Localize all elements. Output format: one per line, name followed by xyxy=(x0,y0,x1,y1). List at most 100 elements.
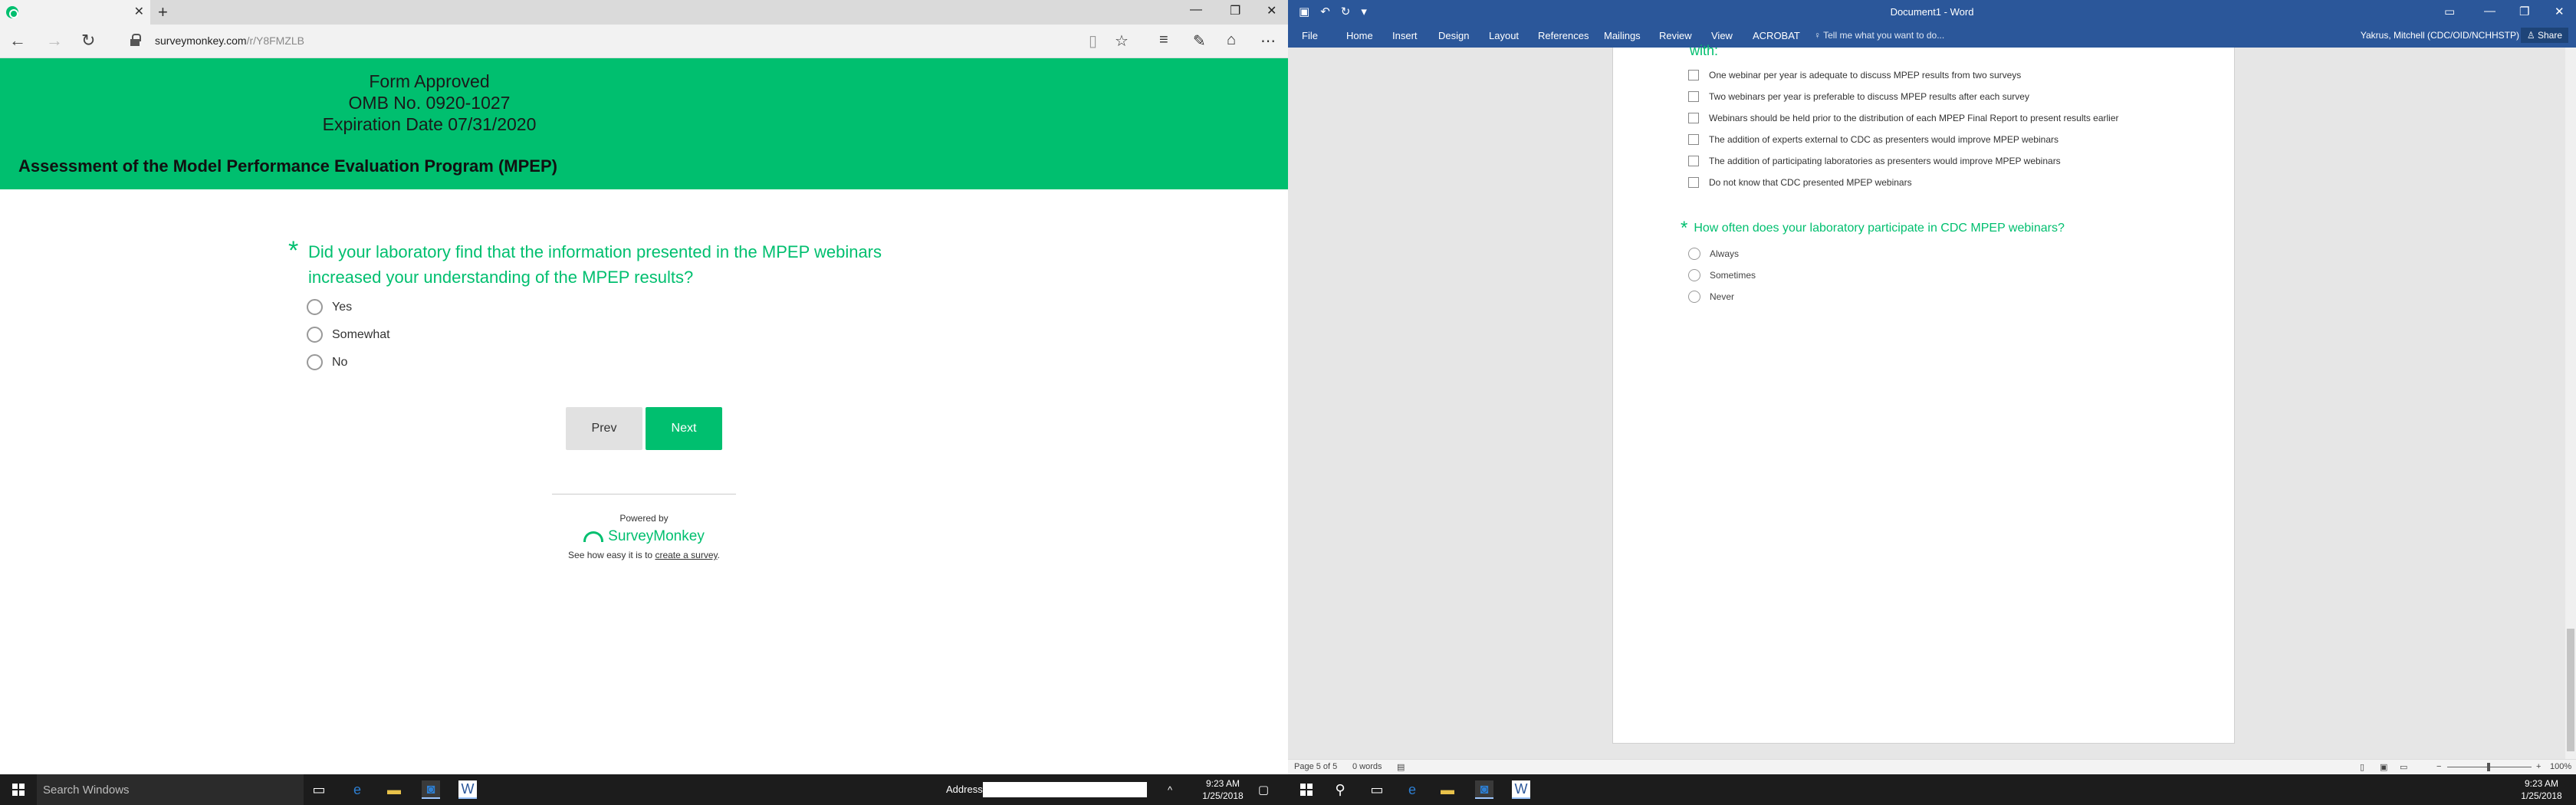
tab-insert[interactable]: Insert xyxy=(1392,30,1418,41)
reading-view-icon[interactable]: ▯ xyxy=(1089,31,1097,51)
checkbox-item[interactable]: Do not know that CDC presented MPEP webi… xyxy=(1688,177,1912,188)
search-icon[interactable]: ⚲ xyxy=(1331,780,1349,799)
approval-line: Form Approved xyxy=(369,71,490,91)
option-yes[interactable]: Yes xyxy=(307,299,352,315)
start-button[interactable] xyxy=(1288,774,1325,805)
action-center-icon[interactable]: ▢ xyxy=(1254,780,1273,799)
option-always[interactable]: Always xyxy=(1688,248,1739,260)
tab-design[interactable]: Design xyxy=(1438,30,1469,41)
question-text: How often does your laboratory participa… xyxy=(1694,222,2065,235)
option-never[interactable]: Never xyxy=(1688,291,1734,303)
proofing-icon[interactable]: ▤ xyxy=(1397,762,1405,772)
tab-review[interactable]: Review xyxy=(1659,30,1692,41)
ribbon-display-icon[interactable]: ▭ xyxy=(2444,5,2455,18)
vertical-scrollbar[interactable] xyxy=(2565,48,2576,759)
checkbox-item[interactable]: The addition of experts external to CDC … xyxy=(1688,134,2058,145)
favorite-star-icon[interactable]: ☆ xyxy=(1115,31,1129,51)
address-toolbar-label: Address xyxy=(946,784,983,795)
checkbox[interactable] xyxy=(1688,156,1699,166)
document-page[interactable]: with: One webinar per year is adequate t… xyxy=(1612,43,2235,744)
tell-me-search[interactable]: ♀ Tell me what you want to do... xyxy=(1814,30,1944,41)
option-somewhat[interactable]: Somewhat xyxy=(307,327,390,343)
taskbar-clock[interactable]: 9:23 AM 1/25/2018 xyxy=(1196,777,1250,802)
zoom-level[interactable]: 100% xyxy=(2550,762,2571,771)
back-arrow-icon[interactable]: ← xyxy=(9,31,26,51)
browser-tab[interactable]: ✕ xyxy=(0,0,150,25)
show-hidden-icons[interactable]: ^ xyxy=(1161,780,1179,799)
radio-button[interactable] xyxy=(1688,248,1700,260)
option-no[interactable]: No xyxy=(307,354,347,370)
checkbox[interactable] xyxy=(1688,177,1699,188)
checkbox[interactable] xyxy=(1688,113,1699,123)
tab-mailings[interactable]: Mailings xyxy=(1604,30,1641,41)
new-tab-button[interactable]: + xyxy=(158,2,168,22)
zoom-out-button[interactable]: − xyxy=(2436,762,2441,771)
checkbox[interactable] xyxy=(1688,134,1699,145)
zoom-in-button[interactable]: + xyxy=(2536,762,2541,771)
outlook-icon[interactable]: ◙ xyxy=(422,780,440,799)
radio-button[interactable] xyxy=(307,327,323,343)
zoom-slider-knob[interactable] xyxy=(2487,763,2490,771)
surveymonkey-logo[interactable]: SurveyMonkey xyxy=(552,528,736,545)
checkbox-item[interactable]: One webinar per year is adequate to disc… xyxy=(1688,70,2021,80)
tab-references[interactable]: References xyxy=(1538,30,1589,41)
tab-file[interactable]: File xyxy=(1302,30,1318,41)
tab-home[interactable]: Home xyxy=(1346,30,1373,41)
checkbox[interactable] xyxy=(1688,91,1699,102)
outlook-icon[interactable]: ◙ xyxy=(1475,780,1493,799)
restore-icon[interactable]: ❐ xyxy=(2519,5,2529,18)
tab-close-icon[interactable]: ✕ xyxy=(134,4,144,19)
address-toolbar-input[interactable] xyxy=(983,782,1147,797)
word-count[interactable]: 0 words xyxy=(1352,762,1382,771)
web-layout-icon[interactable]: ▭ xyxy=(2400,762,2407,772)
file-explorer-icon[interactable]: ▬ xyxy=(385,780,403,799)
scrollbar-thumb[interactable] xyxy=(2567,629,2574,751)
url-field[interactable]: surveymonkey.com/r/Y8FMZLB xyxy=(155,34,304,47)
print-layout-icon[interactable]: ▣ xyxy=(2380,762,2387,772)
minimize-icon[interactable]: — xyxy=(2484,5,2496,18)
radio-button[interactable] xyxy=(1688,269,1700,281)
edge-icon[interactable]: e xyxy=(348,780,366,799)
tab-acrobat[interactable]: ACROBAT xyxy=(1753,30,1800,41)
taskbar-search[interactable]: Search Windows xyxy=(37,774,304,805)
more-icon[interactable]: ⋯ xyxy=(1260,31,1276,51)
close-window-icon[interactable]: ✕ xyxy=(2555,5,2564,18)
web-note-icon[interactable]: ✎ xyxy=(1193,31,1206,51)
period: . xyxy=(717,550,720,560)
taskbar: ⚲ ▭ e ▬ ◙ W 9:23 AM 1/25/2018 xyxy=(1288,774,2576,805)
tab-layout[interactable]: Layout xyxy=(1489,30,1519,41)
close-window-icon[interactable]: ✕ xyxy=(1267,3,1276,18)
checkbox-item[interactable]: Webinars should be held prior to the dis… xyxy=(1688,113,2119,123)
task-view-icon[interactable]: ▭ xyxy=(1368,780,1386,799)
share-button[interactable]: ♙ Share xyxy=(2520,28,2568,43)
create-survey-link[interactable]: create a survey xyxy=(655,550,717,560)
edge-icon[interactable]: e xyxy=(1403,780,1421,799)
restore-icon[interactable]: ❐ xyxy=(1230,3,1240,18)
word-icon[interactable]: W xyxy=(1512,780,1530,799)
share-icon[interactable]: ⌂ xyxy=(1227,31,1236,49)
radio-button[interactable] xyxy=(307,299,323,315)
hub-icon[interactable]: ≡ xyxy=(1159,31,1168,49)
minimize-icon[interactable]: — xyxy=(1190,3,1202,17)
checkbox-label: Webinars should be held prior to the dis… xyxy=(1709,113,2119,123)
radio-button[interactable] xyxy=(307,354,323,370)
read-mode-icon[interactable]: ▯ xyxy=(2360,762,2364,772)
checkbox[interactable] xyxy=(1688,70,1699,80)
page-count[interactable]: Page 5 of 5 xyxy=(1294,762,1337,771)
tab-view[interactable]: View xyxy=(1711,30,1733,41)
word-icon[interactable]: W xyxy=(458,780,477,799)
prev-button[interactable]: Prev xyxy=(566,407,642,450)
taskbar-clock[interactable]: 9:23 AM 1/25/2018 xyxy=(2515,777,2568,802)
radio-button[interactable] xyxy=(1688,291,1700,303)
account-name[interactable]: Yakrus, Mitchell (CDC/OID/NCHHSTP) xyxy=(2361,30,2519,41)
start-button[interactable] xyxy=(0,774,37,805)
refresh-icon[interactable]: ↻ xyxy=(81,31,95,51)
omb-approval: Form Approved OMB No. 0920-1027 Expirati… xyxy=(230,71,629,135)
checkbox-item[interactable]: Two webinars per year is preferable to d… xyxy=(1688,91,2029,102)
task-view-icon[interactable]: ▭ xyxy=(310,780,328,799)
file-explorer-icon[interactable]: ▬ xyxy=(1438,780,1457,799)
checkbox-item[interactable]: The addition of participating laboratori… xyxy=(1688,156,2061,166)
forward-arrow-icon[interactable]: → xyxy=(46,31,63,51)
next-button[interactable]: Next xyxy=(646,407,722,450)
option-sometimes[interactable]: Sometimes xyxy=(1688,269,1756,281)
